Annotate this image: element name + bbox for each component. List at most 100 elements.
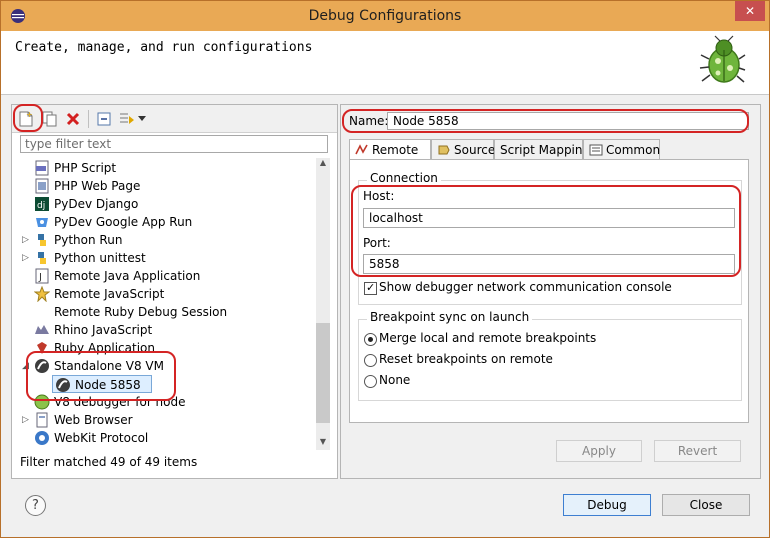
configuration-editor-panel: Name: Node 5858 Remote Source Script Map… xyxy=(340,104,761,479)
window-title: Debug Configurations xyxy=(308,8,462,24)
delete-icon[interactable] xyxy=(64,110,82,128)
v8-icon xyxy=(35,359,49,373)
reset-breakpoints-label: Reset breakpoints on remote xyxy=(379,352,553,366)
source-icon xyxy=(438,145,450,155)
dialog-header: Create, manage, and run configurations xyxy=(1,31,769,95)
java-icon: J xyxy=(35,268,49,284)
tree-item-label: Python Run xyxy=(54,233,123,247)
connection-group: Connection Host: localhost Port: 5858 ✓ … xyxy=(358,171,742,305)
dropdown-icon[interactable] xyxy=(136,110,148,128)
tree-item-label: PyDev Django xyxy=(54,197,139,211)
host-label: Host: xyxy=(363,189,395,203)
ruby-icon xyxy=(37,342,47,354)
port-input[interactable]: 5858 xyxy=(363,254,735,274)
tree-item-label: Remote Ruby Debug Session xyxy=(54,305,228,319)
tab-common[interactable]: Common xyxy=(583,139,660,159)
configuration-tree-panel: + type filter text PHP Script PHP Web Pa… xyxy=(11,104,338,479)
tree-item-label: Remote JavaScript xyxy=(54,287,165,301)
help-icon[interactable]: ? xyxy=(25,495,46,516)
expand-icon[interactable]: ▷ xyxy=(22,254,31,263)
svg-text:J: J xyxy=(38,272,42,283)
scroll-down-icon[interactable]: ▼ xyxy=(316,437,330,450)
collapse-icon[interactable]: ◢ xyxy=(22,362,31,371)
show-console-checkbox[interactable]: ✓ xyxy=(364,281,377,295)
bug-icon xyxy=(699,35,746,83)
show-console-label: Show debugger network communication cons… xyxy=(379,280,672,294)
python-icon xyxy=(38,252,46,264)
header-text: Create, manage, and run configurations xyxy=(15,40,313,55)
tree-item-label: Ruby Application xyxy=(54,341,155,355)
php-page-icon xyxy=(35,178,49,194)
tree-item-label: Node 5858 xyxy=(75,378,141,392)
gae-icon xyxy=(36,218,48,227)
duplicate-icon[interactable] xyxy=(41,110,59,128)
tab-label: Common xyxy=(606,143,661,157)
tab-label: Remote xyxy=(372,143,419,157)
check-icon: ✓ xyxy=(366,281,376,294)
host-input[interactable]: localhost xyxy=(363,208,735,228)
editor-tabs: Remote Source Script Mapping Common xyxy=(349,139,756,160)
tree-item-label: Standalone V8 VM xyxy=(54,359,164,373)
port-label: Port: xyxy=(363,236,391,250)
name-label: Name: xyxy=(349,114,389,128)
tree-scrollbar[interactable]: ▲ ▼ xyxy=(316,158,330,450)
scroll-up-icon[interactable]: ▲ xyxy=(316,158,330,171)
breakpoint-sync-group: Breakpoint sync on launch Merge local an… xyxy=(358,310,742,401)
merge-breakpoints-radio[interactable] xyxy=(364,333,377,346)
revert-button[interactable]: Revert xyxy=(654,440,741,462)
remote-icon xyxy=(355,144,368,155)
configuration-tree: PHP Script PHP Web Page dj PyDev Django … xyxy=(20,157,316,449)
tab-source[interactable]: Source xyxy=(431,139,496,159)
tree-item-label: WebKit Protocol xyxy=(54,431,149,445)
expand-icon[interactable]: ▷ xyxy=(22,236,31,245)
tree-item-label: Web Browser xyxy=(54,413,133,427)
collapse-all-icon[interactable] xyxy=(95,110,113,128)
radio-selected-dot xyxy=(368,337,373,342)
tree-item-label: Remote Java Application xyxy=(54,269,201,283)
rhino-icon xyxy=(35,325,49,334)
filter-icon[interactable] xyxy=(118,110,136,128)
close-button[interactable]: Close xyxy=(662,494,750,516)
node-icon xyxy=(56,378,70,392)
reset-breakpoints-radio[interactable] xyxy=(364,354,377,367)
new-configuration-icon[interactable]: + xyxy=(17,110,35,128)
tree-toolbar: + xyxy=(12,105,337,133)
common-icon xyxy=(589,144,603,156)
tab-label: Script Mapping xyxy=(500,143,591,157)
v8-node-icon xyxy=(34,394,50,410)
svg-text:dj: dj xyxy=(37,201,45,211)
browser-icon xyxy=(36,412,48,428)
none-label: None xyxy=(379,373,411,387)
js-icon xyxy=(34,286,50,302)
remote-tab-content: Connection Host: localhost Port: 5858 ✓ … xyxy=(349,159,749,423)
python-icon xyxy=(38,234,46,246)
filter-status: Filter matched 49 of 49 items xyxy=(20,455,198,469)
php-icon xyxy=(35,160,49,176)
breakpoint-sync-title: Breakpoint sync on launch xyxy=(367,310,533,324)
tab-label: Source xyxy=(454,143,496,157)
debug-button[interactable]: Debug xyxy=(563,494,651,516)
tree-item-label: PHP Web Page xyxy=(54,179,141,193)
debug-configurations-window: Debug Configurations ✕ Create, manage, a… xyxy=(0,0,770,538)
django-icon: dj xyxy=(35,197,49,211)
svg-text:+: + xyxy=(26,111,33,119)
webkit-icon xyxy=(35,431,49,445)
connection-group-title: Connection xyxy=(367,171,441,185)
expand-icon[interactable]: ▷ xyxy=(22,416,31,425)
tree-item-label: Rhino JavaScript xyxy=(54,323,153,337)
tree-item-label: PyDev Google App Run xyxy=(54,215,193,229)
merge-breakpoints-label: Merge local and remote breakpoints xyxy=(379,331,597,345)
tree-item-label: Python unittest xyxy=(54,251,146,265)
tree-item-label: V8 debugger for node xyxy=(54,395,186,409)
name-input[interactable]: Node 5858 xyxy=(387,112,749,130)
scroll-thumb[interactable] xyxy=(316,323,330,423)
filter-input[interactable]: type filter text xyxy=(20,135,328,153)
none-radio[interactable] xyxy=(364,375,377,388)
tab-remote[interactable]: Remote xyxy=(349,139,431,160)
apply-button[interactable]: Apply xyxy=(556,440,642,462)
tab-script-mapping[interactable]: Script Mapping xyxy=(494,139,590,159)
title-bar: Debug Configurations ✕ xyxy=(1,1,769,31)
window-close-button[interactable]: ✕ xyxy=(735,1,765,21)
tree-item-label: PHP Script xyxy=(54,161,117,175)
tree-item-node-5858[interactable]: Node 5858 xyxy=(52,375,152,393)
